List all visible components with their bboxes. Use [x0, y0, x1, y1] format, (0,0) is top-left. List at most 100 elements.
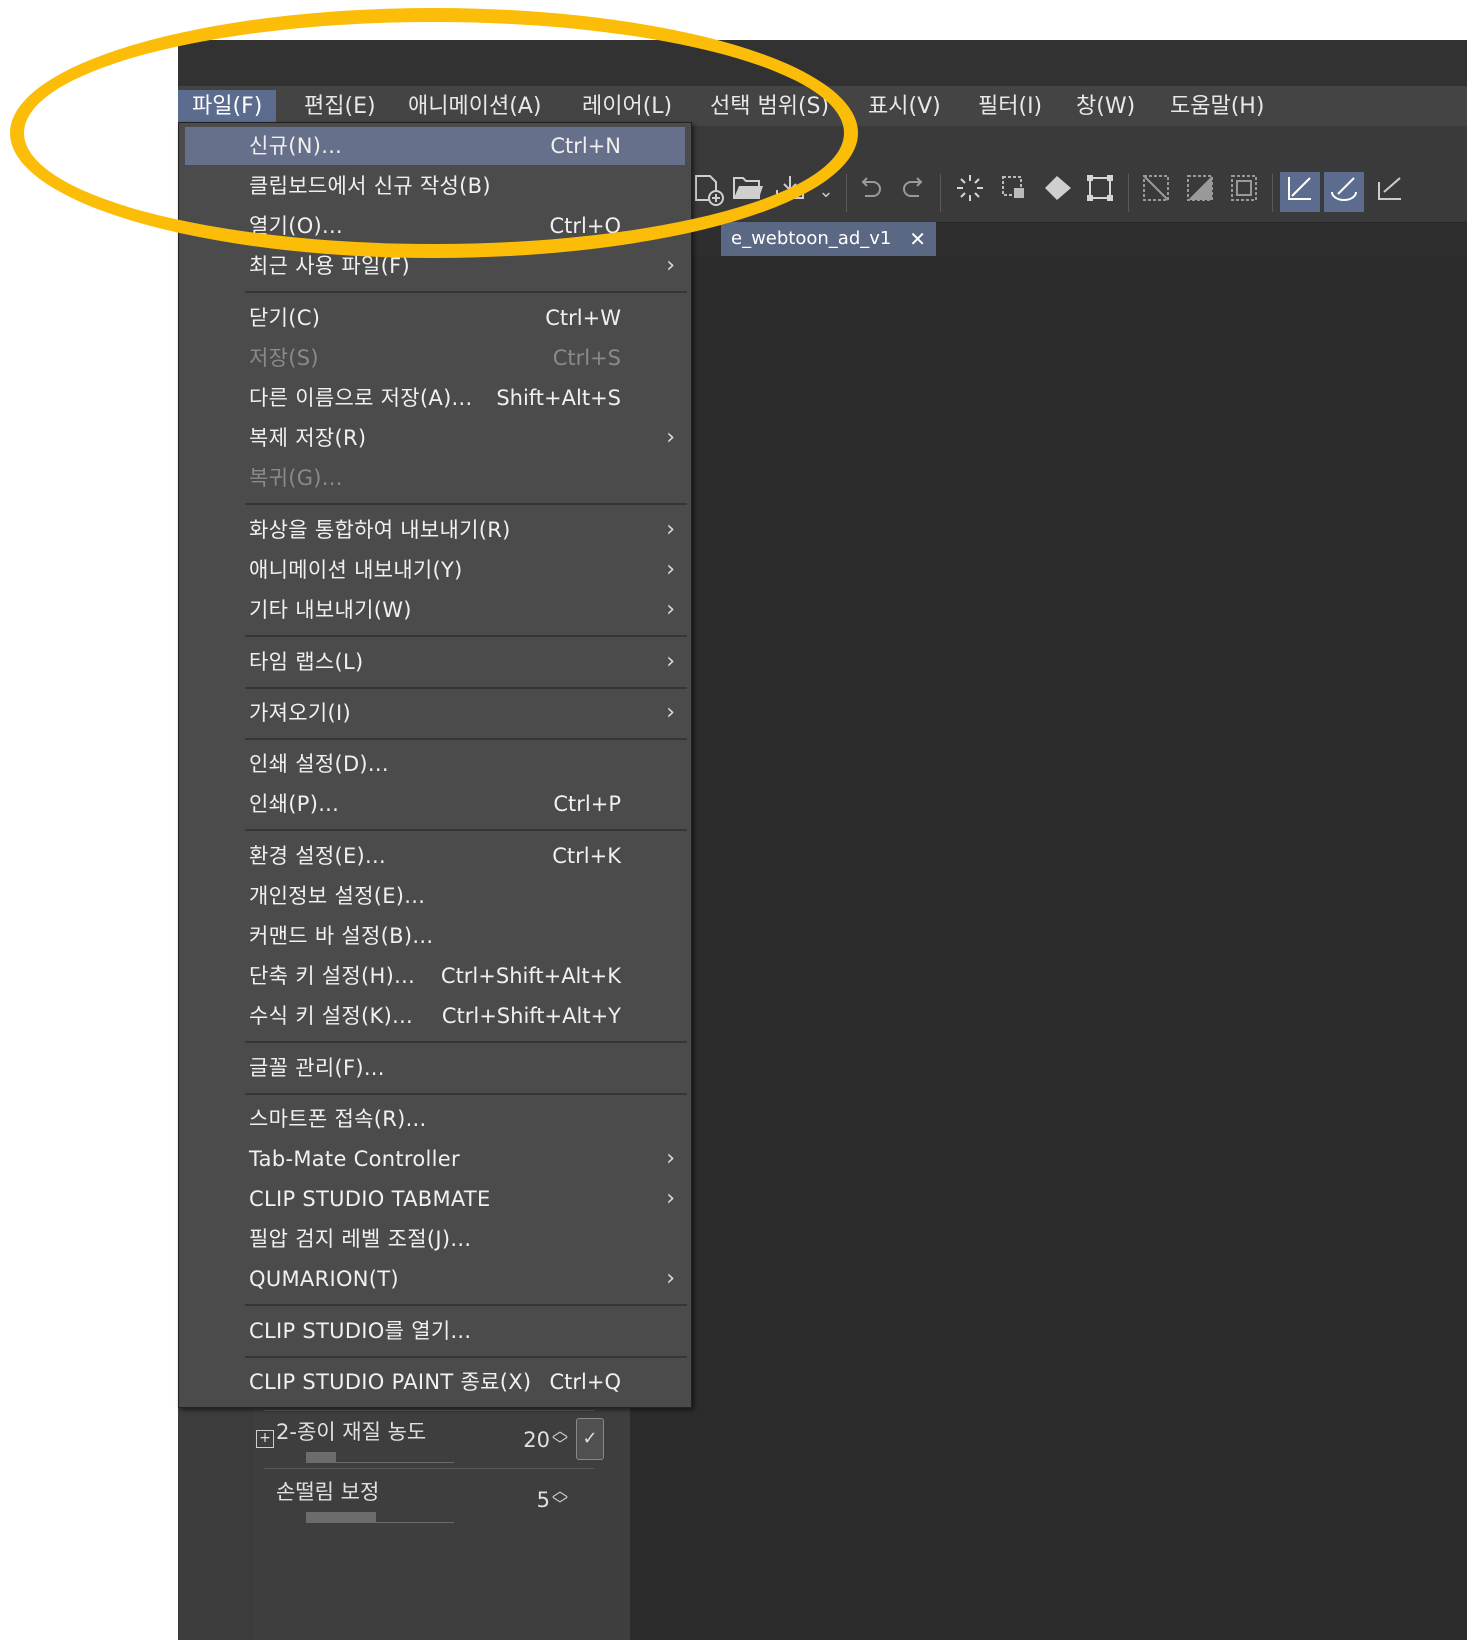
menu-item-label: CLIP STUDIO TABMATE	[249, 1187, 491, 1211]
tab-document[interactable]: e_webtoon_ad_v1 ✕	[721, 222, 936, 256]
spinner-icon[interactable]: ︿ ﹀	[552, 1423, 568, 1453]
document-title: e_webtoon_ad_v1	[731, 228, 892, 249]
transform-icon[interactable]	[1080, 172, 1120, 212]
redo-icon[interactable]	[894, 172, 934, 212]
menu-item-smartphone-connect[interactable]: 스마트폰 접속(R)...	[185, 1100, 685, 1138]
menu-item-label: 가져오기(I)	[249, 701, 351, 725]
menu-item-new-from-clipboard[interactable]: 클립보드에서 신규 작성(B)	[185, 167, 685, 205]
invert-selection-icon[interactable]	[1180, 172, 1220, 212]
menu-item-pen-pressure[interactable]: 필압 검지 레벨 조절(J)...	[185, 1220, 685, 1258]
menu-item-label: 환경 설정(E)...	[249, 844, 386, 868]
menu-filter[interactable]: 필터(I)	[964, 90, 1056, 124]
menu-item-shortcut-settings[interactable]: 단축 키 설정(H)... Ctrl+Shift+Alt+K	[185, 957, 685, 995]
menu-help[interactable]: 도움말(H)	[1156, 90, 1278, 124]
property-row-stabilization: 손떨림 보정 5 ︿ ﹀	[256, 1476, 596, 1532]
menu-item-label: 닫기(C)	[249, 306, 321, 330]
menu-item-label: 타임 랩스(L)	[249, 650, 364, 674]
select-all-icon[interactable]	[1224, 172, 1264, 212]
menu-item-quit[interactable]: CLIP STUDIO PAINT 종료(X) Ctrl+Q	[185, 1363, 685, 1401]
menu-item-label: 인쇄(P)...	[249, 792, 340, 816]
menu-item-new[interactable]: 신규(N)... Ctrl+N	[185, 127, 685, 165]
menu-selection[interactable]: 선택 범위(S)	[696, 90, 843, 124]
menu-item-export-animation[interactable]: 애니메이션 내보내기(Y) ›	[185, 551, 685, 589]
menu-item-label: 열기(O)...	[249, 214, 343, 238]
menu-item-modifier-key-settings[interactable]: 수식 키 설정(K)... Ctrl+Shift+Alt+Y	[185, 997, 685, 1035]
menu-divider	[245, 503, 687, 505]
menu-divider	[245, 738, 687, 740]
chevron-down-icon[interactable]: ⌄	[806, 172, 846, 212]
menu-item-label: 복귀(G)...	[249, 466, 343, 490]
menu-item-shortcut: Ctrl+P	[553, 792, 621, 816]
checkbox[interactable]: ✓	[576, 1418, 604, 1460]
property-slider-fill	[306, 1512, 376, 1522]
property-label: 손떨림 보정	[276, 1480, 380, 1504]
save-icon[interactable]	[770, 172, 810, 212]
menu-item-save-duplicate[interactable]: 복제 저장(R) ›	[185, 419, 685, 457]
menu-item-label: 저장(S)	[249, 346, 319, 370]
menu-item-label: 복제 저장(R)	[249, 426, 367, 450]
menu-layer[interactable]: 레이어(L)	[568, 90, 686, 124]
special-ruler-snap-icon[interactable]	[1324, 172, 1364, 212]
open-folder-icon[interactable]	[728, 172, 768, 212]
property-slider[interactable]	[306, 1512, 454, 1523]
menu-animation[interactable]: 애니메이션(A)	[394, 90, 555, 124]
menu-view[interactable]: 표시(V)	[854, 90, 955, 124]
menu-window[interactable]: 창(W)	[1062, 90, 1149, 124]
menu-divider	[245, 687, 687, 689]
toolbar-divider	[940, 174, 941, 212]
menu-item-import[interactable]: 가져오기(I) ›	[185, 694, 685, 732]
menu-item-font-management[interactable]: 글꼴 관리(F)...	[185, 1049, 685, 1087]
menu-item-print[interactable]: 인쇄(P)... Ctrl+P	[185, 785, 685, 823]
menu-file[interactable]: 파일(F)	[178, 90, 277, 124]
menu-item-export-single-layer[interactable]: 화상을 통합하여 내보내기(R) ›	[185, 511, 685, 549]
undo-icon[interactable]	[850, 172, 890, 212]
menu-item-privacy-settings[interactable]: 개인정보 설정(E)...	[185, 877, 685, 915]
menu-item-save-as[interactable]: 다른 이름으로 저장(A)... Shift+Alt+S	[185, 379, 685, 417]
menu-item-clip-studio-tabmate[interactable]: CLIP STUDIO TABMATE ›	[185, 1180, 685, 1218]
menu-item-tab-mate-controller[interactable]: Tab-Mate Controller ›	[185, 1140, 685, 1178]
divider	[264, 1468, 594, 1469]
menu-item-close[interactable]: 닫기(C) Ctrl+W	[185, 299, 685, 337]
menu-item-shortcut: Ctrl+W	[545, 306, 621, 330]
close-icon[interactable]: ✕	[909, 222, 926, 256]
property-slider[interactable]	[306, 1452, 454, 1463]
chevron-right-icon: ›	[666, 517, 675, 542]
new-canvas-icon[interactable]	[688, 172, 728, 212]
menu-item-timelapse[interactable]: 타임 랩스(L) ›	[185, 643, 685, 681]
menu-item-shortcut: Ctrl+S	[552, 346, 621, 370]
menu-item-print-settings[interactable]: 인쇄 설정(D)...	[185, 745, 685, 783]
selection-icon[interactable]	[994, 172, 1034, 212]
ruler-snap-icon[interactable]	[1280, 172, 1320, 212]
menu-item-qumarion[interactable]: QUMARION(T) ›	[185, 1260, 685, 1298]
property-row-paper-texture: + 2-종이 재질 농도 20 ︿ ﹀ ✓	[256, 1416, 604, 1472]
spinner-icon[interactable]: ︿ ﹀	[552, 1483, 568, 1513]
menu-item-label: 커맨드 바 설정(B)...	[249, 924, 434, 948]
expand-icon[interactable]: +	[256, 1430, 274, 1448]
chevron-right-icon: ›	[666, 425, 675, 450]
menu-item-open[interactable]: 열기(O)... Ctrl+O	[185, 207, 685, 245]
menu-item-export-other[interactable]: 기타 내보내기(W) ›	[185, 591, 685, 629]
chevron-right-icon: ›	[666, 1186, 675, 1211]
menu-item-label: 최근 사용 파일(F)	[249, 254, 411, 278]
menu-item-open-clip-studio[interactable]: CLIP STUDIO를 열기...	[185, 1312, 685, 1350]
loading-icon[interactable]	[950, 172, 990, 212]
chevron-right-icon: ›	[666, 1146, 675, 1171]
fill-icon[interactable]	[1038, 172, 1078, 212]
menu-item-label: CLIP STUDIO를 열기...	[249, 1319, 472, 1343]
menu-item-label: 화상을 통합하여 내보내기(R)	[249, 518, 511, 542]
property-value[interactable]: 5	[506, 1488, 550, 1512]
menu-edit[interactable]: 편집(E)	[290, 90, 390, 124]
menu-item-label: 클립보드에서 신규 작성(B)	[249, 174, 491, 198]
property-label: 2-종이 재질 농도	[276, 1420, 427, 1444]
deselect-icon[interactable]	[1136, 172, 1176, 212]
menu-item-preferences[interactable]: 환경 설정(E)... Ctrl+K	[185, 837, 685, 875]
grid-snap-icon[interactable]	[1370, 172, 1410, 212]
menu-item-label: 글꼴 관리(F)...	[249, 1056, 385, 1080]
menu-item-label: 애니메이션 내보내기(Y)	[249, 558, 463, 582]
menu-divider	[245, 291, 687, 293]
property-value[interactable]: 20	[506, 1428, 550, 1452]
chevron-right-icon: ›	[666, 1266, 675, 1291]
divider	[264, 1410, 594, 1411]
menu-item-command-bar-settings[interactable]: 커맨드 바 설정(B)...	[185, 917, 685, 955]
menu-item-recent-files[interactable]: 최근 사용 파일(F) ›	[185, 247, 685, 285]
